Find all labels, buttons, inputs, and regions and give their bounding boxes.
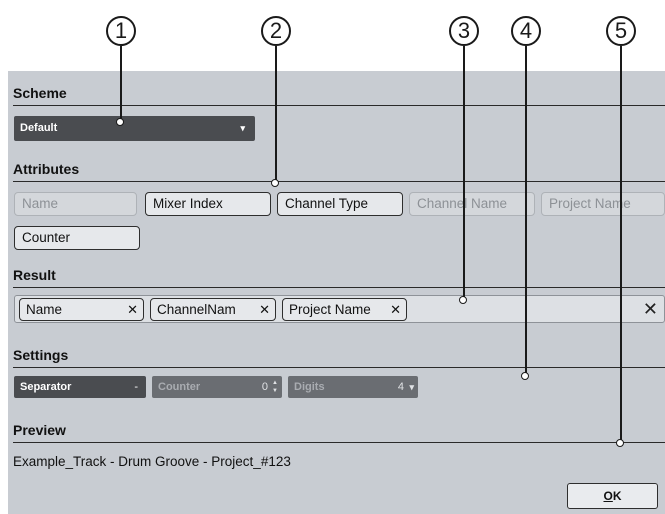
attribute-name[interactable]: Name [14,192,137,216]
result-chip-name[interactable]: Name ✕ [19,298,144,321]
callout-2-leader [275,46,277,183]
separator-value: - [134,381,138,393]
remove-icon[interactable]: ✕ [127,299,138,320]
chevron-down-icon: ▾ [409,382,414,392]
spinner-icon[interactable]: ▲▼ [272,379,278,395]
preview-divider [13,442,665,443]
preview-title: Preview [13,422,66,438]
separator-field[interactable]: Separator - [14,376,146,398]
callout-5-dot [616,439,624,447]
callout-2-dot [271,179,279,187]
callout-5-leader [620,46,622,443]
result-chip-label: Name [26,302,63,317]
attribute-project-name[interactable]: Project Name [541,192,665,216]
callout-4: 4 [511,16,541,46]
scheme-divider [13,105,665,106]
callout-3: 3 [449,16,479,46]
callout-2: 2 [261,16,291,46]
callout-4-leader [525,46,527,376]
track-naming-dialog: Scheme Default ▾ Attributes Name Mixer I… [8,71,665,514]
result-chip-channelname[interactable]: ChannelNam ✕ [150,298,276,321]
counter-value: 0 [261,381,268,393]
result-title: Result [13,267,56,283]
attribute-mixer-index[interactable]: Mixer Index [145,192,271,216]
result-divider [13,287,665,288]
remove-icon[interactable]: ✕ [390,299,401,320]
callout-3-leader [463,46,465,300]
result-chip-label: ChannelNam [157,302,236,317]
result-field[interactable]: Name ✕ ChannelNam ✕ Project Name ✕ ✕ [14,295,665,323]
ok-button[interactable]: OK [567,483,658,509]
ok-label-rest: K [612,489,622,503]
settings-title: Settings [13,347,69,363]
callout-1-leader [120,46,122,122]
chevron-down-icon: ▾ [240,123,245,133]
attribute-counter[interactable]: Counter [14,226,140,250]
attributes-divider [13,181,665,182]
attributes-title: Attributes [13,161,80,177]
digits-label: Digits [294,381,325,393]
scheme-title: Scheme [13,85,67,101]
clear-result-icon[interactable]: ✕ [643,298,658,320]
callout-4-dot [521,372,529,380]
result-chip-label: Project Name [289,302,371,317]
preview-text: Example_Track - Drum Groove - Project_#1… [13,454,291,469]
attribute-channel-name[interactable]: Channel Name [409,192,535,216]
callout-3-dot [459,296,467,304]
counter-label: Counter [158,381,201,393]
callout-1-dot [116,118,124,126]
remove-icon[interactable]: ✕ [259,299,270,320]
scheme-value: Default [20,122,58,134]
scheme-dropdown[interactable]: Default ▾ [14,116,255,141]
digits-value: 4 [397,381,404,393]
separator-label: Separator [20,381,72,393]
callout-5: 5 [606,16,636,46]
digits-field[interactable]: Digits 4 ▾ [288,376,418,398]
result-chip-project-name[interactable]: Project Name ✕ [282,298,407,321]
attribute-channel-type[interactable]: Channel Type [277,192,403,216]
callout-1: 1 [106,16,136,46]
counter-field[interactable]: Counter 0 ▲▼ [152,376,282,398]
ok-mnemonic: O [603,489,613,503]
settings-divider [13,367,665,368]
